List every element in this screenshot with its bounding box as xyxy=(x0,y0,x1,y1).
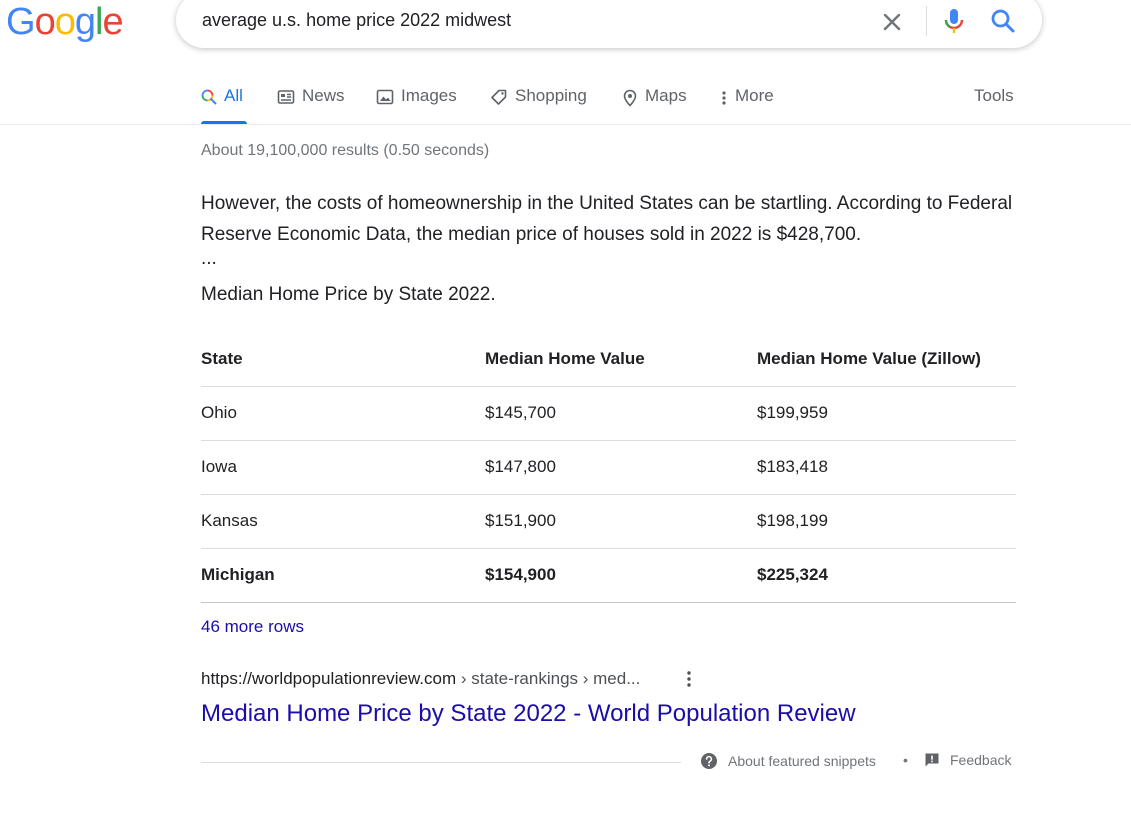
tools-button[interactable]: Tools xyxy=(974,86,1014,106)
result-domain: https://worldpopulationreview.com xyxy=(201,669,457,688)
clear-search-button[interactable] xyxy=(878,8,906,36)
tab-all[interactable]: All xyxy=(201,86,247,124)
table-header: Median Home Value xyxy=(485,332,757,387)
snippet-footer-divider xyxy=(201,762,681,763)
feedback-icon xyxy=(925,753,939,767)
newspaper-icon xyxy=(277,90,295,104)
tab-label: News xyxy=(302,86,345,105)
table-header: Median Home Value (Zillow) xyxy=(757,332,1016,387)
snippet-table-title: Median Home Price by State 2022. xyxy=(201,284,496,305)
table-cell: $151,900 xyxy=(485,494,757,549)
result-stats: About 19,100,000 results (0.50 seconds) xyxy=(201,142,490,159)
search-icon xyxy=(991,9,1015,33)
map-pin-icon xyxy=(623,89,637,107)
table-header-row: State Median Home Value Median Home Valu… xyxy=(201,332,1016,387)
search-divider xyxy=(926,6,927,36)
search-submit-button[interactable] xyxy=(988,6,1018,36)
table-cell: Kansas xyxy=(201,494,485,549)
header-divider xyxy=(0,124,1131,125)
table-cell: Iowa xyxy=(201,440,485,495)
tab-label: Maps xyxy=(645,86,687,105)
snippet-ellipsis: ... xyxy=(201,248,217,269)
tab-label: Shopping xyxy=(515,86,587,105)
close-icon xyxy=(883,13,901,31)
table-row: Ohio $145,700 $199,959 xyxy=(201,386,1016,441)
microphone-icon xyxy=(944,9,964,33)
table-row: Michigan $154,900 $225,324 xyxy=(201,548,1016,603)
table-cell: $183,418 xyxy=(757,440,1016,495)
tab-label: All xyxy=(224,86,243,105)
table-cell: Michigan xyxy=(201,548,485,603)
logo-letter: o xyxy=(54,1,76,43)
voice-search-button[interactable] xyxy=(940,6,968,36)
table-cell: $198,199 xyxy=(757,494,1016,549)
tab-news[interactable]: News xyxy=(277,86,345,124)
tab-label: More xyxy=(735,86,774,105)
footer-separator: • xyxy=(903,752,908,768)
featured-snippet-text: However, the costs of homeownership in t… xyxy=(201,188,1021,268)
google-logo[interactable]: Google xyxy=(6,1,124,43)
logo-letter: G xyxy=(6,1,36,43)
table-cell: Ohio xyxy=(201,386,485,441)
image-icon xyxy=(376,89,394,105)
table-cell: $147,800 xyxy=(485,440,757,495)
tab-shopping[interactable]: Shopping xyxy=(490,86,587,124)
search-input[interactable]: average u.s. home price 2022 midwest xyxy=(202,10,511,31)
tab-images[interactable]: Images xyxy=(376,86,457,124)
more-rows-link[interactable]: 46 more rows xyxy=(201,617,304,637)
tab-maps[interactable]: Maps xyxy=(622,86,687,124)
result-url[interactable]: https://worldpopulationreview.com › stat… xyxy=(201,669,640,689)
feedback-label: Feedback xyxy=(950,752,1012,768)
result-path: › state-rankings › med... xyxy=(456,669,641,688)
snippet-body: However, the costs of homeownership in t… xyxy=(201,193,1013,245)
table-cell: $154,900 xyxy=(485,548,757,603)
table-row: Iowa $147,800 $183,418 xyxy=(201,440,1016,495)
search-box[interactable]: average u.s. home price 2022 midwest xyxy=(176,0,1042,48)
table-cell: $199,959 xyxy=(757,386,1016,441)
about-featured-snippets-link[interactable]: About featured snippets xyxy=(700,752,876,770)
result-options-button[interactable] xyxy=(682,668,696,690)
logo-letter: o xyxy=(34,1,56,43)
vertical-dots-icon xyxy=(722,91,726,105)
table-header: State xyxy=(201,332,485,387)
snippet-table: State Median Home Value Median Home Valu… xyxy=(201,332,1016,603)
table-cell: $225,324 xyxy=(757,548,1016,603)
table-cell: $145,700 xyxy=(485,386,757,441)
help-circle-icon xyxy=(701,753,717,769)
logo-letter: e xyxy=(102,1,123,43)
vertical-dots-icon xyxy=(687,671,691,687)
table-row: Kansas $151,900 $198,199 xyxy=(201,494,1016,549)
about-label: About featured snippets xyxy=(728,753,876,769)
search-multicolor-icon xyxy=(201,89,217,105)
tab-label: Images xyxy=(401,86,457,105)
feedback-link[interactable]: Feedback xyxy=(924,752,1011,768)
logo-letter: g xyxy=(74,1,96,43)
tab-more[interactable]: More xyxy=(720,86,774,124)
result-title-link[interactable]: Median Home Price by State 2022 - World … xyxy=(201,700,856,728)
logo-letter: l xyxy=(94,1,104,43)
tag-icon xyxy=(491,89,507,105)
